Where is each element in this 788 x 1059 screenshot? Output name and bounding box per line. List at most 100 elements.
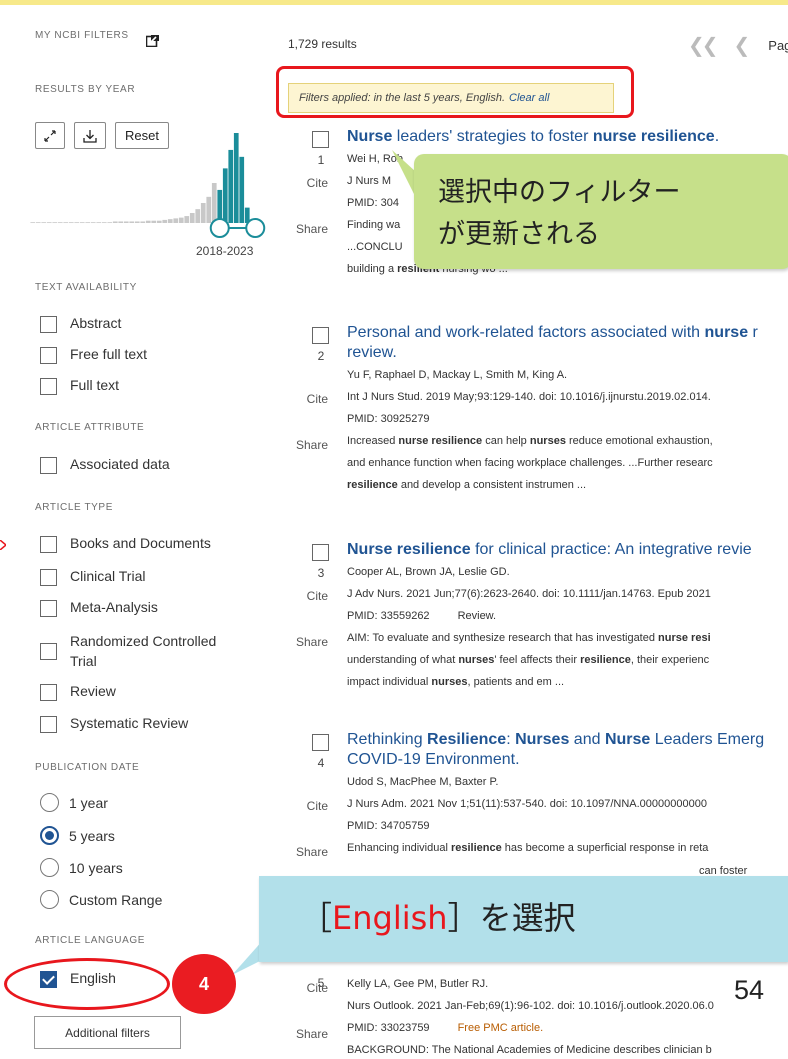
filter-updated-callout-text: 選択中のフィルター が更新される xyxy=(438,172,680,256)
systematic-review-label: Systematic Review xyxy=(70,715,189,731)
result-number: 3 xyxy=(317,566,325,580)
result-title-link-line2[interactable]: COVID-19 Environment. xyxy=(347,750,520,770)
result-citation: J Nurs Adm. 2021 Nov 1;51(11):537-540. d… xyxy=(347,798,707,810)
histogram-bar xyxy=(162,219,168,223)
histogram-bar xyxy=(200,203,206,223)
share-button[interactable]: Share xyxy=(288,222,328,236)
histogram-bar xyxy=(30,222,36,224)
meta-analysis-label: Meta-Analysis xyxy=(70,599,158,615)
result-pmid: PMID: 34705759 xyxy=(347,820,430,832)
result-title-link[interactable]: Nurse leaders' strategies to foster nurs… xyxy=(347,127,719,147)
clinical-trial-label: Clinical Trial xyxy=(70,568,146,584)
chevron-left-icon[interactable]: ❮ xyxy=(734,33,751,58)
filter-clinical-trial[interactable]: Clinical Trial xyxy=(40,568,145,586)
10-years-radio[interactable] xyxy=(40,858,59,877)
associated-data-label: Associated data xyxy=(70,456,170,472)
filter-full-text[interactable]: Full text xyxy=(40,377,119,395)
meta-analysis-checkbox[interactable] xyxy=(40,600,57,617)
share-button[interactable]: Share xyxy=(288,438,328,452)
text-availability-title: TEXT AVAILABILITY xyxy=(35,282,137,293)
free-full-text-label: Free full text xyxy=(70,346,148,362)
result-title-link[interactable]: Personal and work-related factors associ… xyxy=(347,323,758,343)
text-fragment: COVID-19 Environment. xyxy=(347,751,520,768)
range-slider-end-handle[interactable] xyxy=(245,218,266,238)
filter-10-years[interactable]: 10 years xyxy=(40,858,123,877)
filter-systematic-review[interactable]: Systematic Review xyxy=(40,715,188,733)
highlighted-term: nurses xyxy=(431,676,468,688)
result-snippet: Increased nurse resilience can help nurs… xyxy=(347,434,713,448)
result-pmid: PMID: 33559262 xyxy=(347,610,430,622)
histogram-bar xyxy=(90,222,96,224)
review-checkbox[interactable] xyxy=(40,684,57,701)
result-pmid-row: PMID: 33559262 Review. xyxy=(347,609,496,623)
cite-button[interactable]: Cite xyxy=(288,981,328,995)
highlighted-term: nurse resi xyxy=(658,632,711,644)
filter-review[interactable]: Review xyxy=(40,683,116,701)
highlighted-term: Nurses xyxy=(515,731,570,748)
results-by-year-histogram[interactable] xyxy=(0,5,270,265)
1-year-radio[interactable] xyxy=(40,793,59,812)
cite-button[interactable]: Cite xyxy=(288,392,328,406)
result-number: 2 xyxy=(317,349,325,363)
filter-randomized-controlled-trial[interactable]: Randomized Controlled Trial xyxy=(40,631,216,671)
systematic-review-checkbox[interactable] xyxy=(40,716,57,733)
rct-label-line2: Trial xyxy=(70,653,97,669)
text-fragment: ...CONCLU xyxy=(347,241,403,253)
filter-custom-range[interactable]: Custom Range xyxy=(40,890,162,909)
filter-associated-data[interactable]: Associated data xyxy=(40,456,170,474)
result-snippet: impact individual nurses, patients and e… xyxy=(347,675,564,689)
highlighted-term: nurses xyxy=(458,654,495,666)
books-and-documents-checkbox[interactable] xyxy=(40,536,57,553)
text-fragment: review. xyxy=(347,344,397,361)
result-free-pmc-tag[interactable]: Free PMC article. xyxy=(458,1022,544,1034)
clinical-trial-checkbox[interactable] xyxy=(40,569,57,586)
free-full-text-checkbox[interactable] xyxy=(40,347,57,364)
histogram-bar xyxy=(118,221,124,223)
abstract-checkbox[interactable] xyxy=(40,316,57,333)
double-chevron-left-icon[interactable]: ❮❮ xyxy=(688,33,718,58)
filter-free-full-text[interactable]: Free full text xyxy=(40,346,147,364)
full-text-checkbox[interactable] xyxy=(40,378,57,395)
10-years-label: 10 years xyxy=(69,859,123,876)
filter-meta-analysis[interactable]: Meta-Analysis xyxy=(40,599,158,617)
custom-range-radio[interactable] xyxy=(40,890,59,909)
share-button[interactable]: Share xyxy=(288,845,328,859)
result-title-link-line2[interactable]: review. xyxy=(347,343,397,363)
slide-page-number: 54 xyxy=(734,975,765,1005)
histogram-bar xyxy=(145,220,151,223)
result-checkbox[interactable] xyxy=(312,131,329,148)
result-title-link[interactable]: Nurse resilience for clinical practice: … xyxy=(347,540,752,560)
filter-1-year[interactable]: 1 year xyxy=(40,793,108,812)
filter-sidebar: MY NCBI FILTERS RESULTS BY YEAR Reset 20… xyxy=(0,5,270,1059)
histogram-bar xyxy=(173,218,179,223)
cite-button[interactable]: Cite xyxy=(288,176,328,190)
callout-line-1: 選択中のフィルター xyxy=(438,177,681,208)
randomized-controlled-trial-checkbox[interactable] xyxy=(40,642,57,660)
histogram-bar xyxy=(129,221,135,223)
filter-books-and-documents[interactable]: Books and Documents xyxy=(40,535,211,553)
text-fragment: Enhancing individual xyxy=(347,842,451,854)
english-highlight-ellipse xyxy=(4,958,170,1010)
filter-abstract[interactable]: Abstract xyxy=(40,315,121,333)
result-title-link[interactable]: Rethinking Resilience: Nurses and Nurse … xyxy=(347,730,764,750)
5-years-radio[interactable] xyxy=(40,826,59,845)
text-fragment: ' feel affects their xyxy=(494,654,581,666)
callout-line-2: が更新される xyxy=(438,219,600,250)
text-fragment: BACKGROUND: The National Academies of Me… xyxy=(347,1044,712,1056)
highlighted-term: Nurse resilience xyxy=(347,541,471,558)
filter-5-years[interactable]: 5 years xyxy=(40,826,115,845)
text-fragment: and xyxy=(569,731,605,748)
result-checkbox[interactable] xyxy=(312,544,329,561)
associated-data-checkbox[interactable] xyxy=(40,457,57,474)
result-checkbox[interactable] xyxy=(312,734,329,751)
share-button[interactable]: Share xyxy=(288,1027,328,1041)
share-button[interactable]: Share xyxy=(288,635,328,649)
results-count: 1,729 results xyxy=(288,37,357,51)
histogram-bar xyxy=(123,221,129,223)
additional-filters-button[interactable]: Additional filters xyxy=(34,1016,181,1049)
cite-button[interactable]: Cite xyxy=(288,799,328,813)
cite-button[interactable]: Cite xyxy=(288,589,328,603)
text-fragment: reduce emotional exhaustion, xyxy=(565,435,713,447)
range-slider-start-handle[interactable] xyxy=(209,218,230,238)
result-checkbox[interactable] xyxy=(312,327,329,344)
